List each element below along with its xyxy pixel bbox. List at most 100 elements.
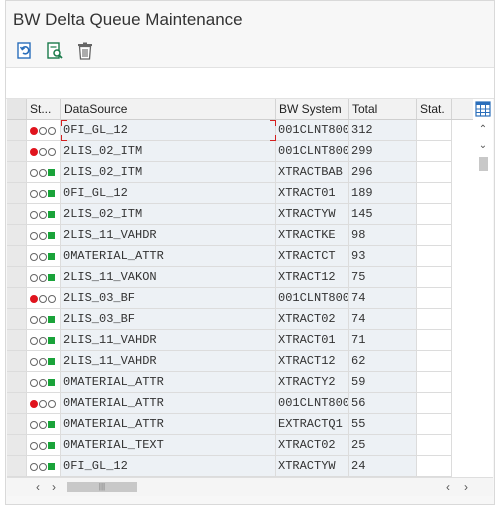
- select-all-header[interactable]: [7, 99, 27, 119]
- stat-cell[interactable]: [417, 456, 452, 477]
- refresh-button[interactable]: [13, 39, 37, 63]
- total-cell[interactable]: 55: [349, 414, 417, 435]
- row-selector[interactable]: [7, 267, 27, 288]
- bw-system-cell[interactable]: 001CLNT800: [276, 141, 349, 162]
- scroll-top-button[interactable]: ⌃: [475, 123, 491, 137]
- bw-system-cell[interactable]: XTRACTKE: [276, 225, 349, 246]
- total-cell[interactable]: 145: [349, 204, 417, 225]
- datasource-cell[interactable]: 2LIS_03_BF: [61, 309, 276, 330]
- datasource-cell[interactable]: 2LIS_11_VAHDR: [61, 225, 276, 246]
- scroll-down-button[interactable]: ⌄: [475, 139, 491, 153]
- row-selector[interactable]: [7, 351, 27, 372]
- datasource-cell[interactable]: 2LIS_02_ITM: [61, 141, 276, 162]
- horizontal-scrollbar[interactable]: ‹ › ||| ‹ ›: [7, 477, 493, 496]
- row-selector[interactable]: [7, 288, 27, 309]
- datasource-cell[interactable]: 0FI_GL_12: [61, 120, 276, 141]
- scroll-right-button[interactable]: ›: [47, 478, 61, 496]
- stat-cell[interactable]: [417, 372, 452, 393]
- row-selector[interactable]: [7, 183, 27, 204]
- bw-system-cell[interactable]: 001CLNT800: [276, 288, 349, 309]
- bw-system-cell[interactable]: XTRACT12: [276, 351, 349, 372]
- display-data-button[interactable]: [43, 39, 67, 63]
- column-header-bw-system[interactable]: BW System: [276, 99, 349, 119]
- row-selector[interactable]: [7, 435, 27, 456]
- row-selector[interactable]: [7, 456, 27, 477]
- stat-cell[interactable]: [417, 246, 452, 267]
- datasource-cell[interactable]: 2LIS_02_ITM: [61, 204, 276, 225]
- layout-settings-button[interactable]: [475, 101, 491, 117]
- horizontal-scroll-thumb[interactable]: |||: [67, 482, 137, 492]
- total-cell[interactable]: 75: [349, 267, 417, 288]
- bw-system-cell[interactable]: XTRACT12: [276, 267, 349, 288]
- total-cell[interactable]: 62: [349, 351, 417, 372]
- row-selector[interactable]: [7, 414, 27, 435]
- bw-system-cell[interactable]: XTRACT02: [276, 309, 349, 330]
- stat-cell[interactable]: [417, 393, 452, 414]
- datasource-cell[interactable]: 2LIS_03_BF: [61, 288, 276, 309]
- row-selector[interactable]: [7, 393, 27, 414]
- bw-system-cell[interactable]: EXTRACTQ1: [276, 414, 349, 435]
- bw-system-cell[interactable]: XTRACT01: [276, 330, 349, 351]
- datasource-cell[interactable]: 0MATERIAL_ATTR: [61, 414, 276, 435]
- stat-cell[interactable]: [417, 435, 452, 456]
- vertical-scrollbar[interactable]: ⌃ ⌄: [473, 99, 493, 477]
- total-cell[interactable]: 296: [349, 162, 417, 183]
- datasource-cell[interactable]: 2LIS_11_VAHDR: [61, 330, 276, 351]
- total-cell[interactable]: 299: [349, 141, 417, 162]
- row-selector[interactable]: [7, 120, 27, 141]
- bw-system-cell[interactable]: 001CLNT800: [276, 120, 349, 141]
- stat-cell[interactable]: [417, 414, 452, 435]
- total-cell[interactable]: 189: [349, 183, 417, 204]
- datasource-cell[interactable]: 0MATERIAL_ATTR: [61, 393, 276, 414]
- stat-cell[interactable]: [417, 162, 452, 183]
- stat-cell[interactable]: [417, 120, 452, 141]
- table-row[interactable]: 0MATERIAL_TEXT XTRACT02 25: [7, 435, 452, 456]
- table-row[interactable]: 2LIS_03_BF 001CLNT800 74: [7, 288, 452, 309]
- datasource-cell[interactable]: 0FI_GL_12: [61, 183, 276, 204]
- table-row[interactable]: 2LIS_11_VAHDR XTRACT12 62: [7, 351, 452, 372]
- datasource-cell[interactable]: 2LIS_11_VAKON: [61, 267, 276, 288]
- column-header-datasource[interactable]: DataSource: [61, 99, 276, 119]
- table-row[interactable]: 2LIS_02_ITM XTRACTBAB 296: [7, 162, 452, 183]
- row-selector[interactable]: [7, 330, 27, 351]
- scroll-right-end-left-button[interactable]: ‹: [441, 478, 455, 496]
- vertical-scroll-thumb[interactable]: [479, 157, 488, 171]
- row-selector[interactable]: [7, 141, 27, 162]
- total-cell[interactable]: 74: [349, 288, 417, 309]
- table-row[interactable]: 0MATERIAL_ATTR XTRACTY2 59: [7, 372, 452, 393]
- datasource-cell[interactable]: 0MATERIAL_TEXT: [61, 435, 276, 456]
- row-selector[interactable]: [7, 225, 27, 246]
- stat-cell[interactable]: [417, 288, 452, 309]
- column-header-total[interactable]: Total: [349, 99, 417, 119]
- stat-cell[interactable]: [417, 351, 452, 372]
- column-header-stat[interactable]: Stat.: [417, 99, 452, 119]
- table-row[interactable]: 0FI_GL_12 001CLNT800 312: [7, 120, 452, 141]
- stat-cell[interactable]: [417, 267, 452, 288]
- scroll-left-button[interactable]: ‹: [31, 478, 45, 496]
- stat-cell[interactable]: [417, 141, 452, 162]
- table-row[interactable]: 0MATERIAL_ATTR EXTRACTQ1 55: [7, 414, 452, 435]
- row-selector[interactable]: [7, 372, 27, 393]
- row-selector[interactable]: [7, 246, 27, 267]
- column-header-status[interactable]: St...: [27, 99, 61, 119]
- datasource-cell[interactable]: 0FI_GL_12: [61, 456, 276, 477]
- total-cell[interactable]: 98: [349, 225, 417, 246]
- stat-cell[interactable]: [417, 204, 452, 225]
- bw-system-cell[interactable]: XTRACTY2: [276, 372, 349, 393]
- total-cell[interactable]: 25: [349, 435, 417, 456]
- scroll-right-end-right-button[interactable]: ›: [459, 478, 473, 496]
- bw-system-cell[interactable]: XTRACT01: [276, 183, 349, 204]
- total-cell[interactable]: 59: [349, 372, 417, 393]
- datasource-cell[interactable]: 0MATERIAL_ATTR: [61, 246, 276, 267]
- table-row[interactable]: 2LIS_11_VAHDR XTRACT01 71: [7, 330, 452, 351]
- bw-system-cell[interactable]: XTRACTYW: [276, 204, 349, 225]
- delete-button[interactable]: [73, 39, 97, 63]
- table-row[interactable]: 2LIS_11_VAHDR XTRACTKE 98: [7, 225, 452, 246]
- total-cell[interactable]: 71: [349, 330, 417, 351]
- stat-cell[interactable]: [417, 309, 452, 330]
- table-row[interactable]: 2LIS_11_VAKON XTRACT12 75: [7, 267, 452, 288]
- table-row[interactable]: 0FI_GL_12 XTRACTYW 24: [7, 456, 452, 477]
- table-row[interactable]: 2LIS_02_ITM 001CLNT800 299: [7, 141, 452, 162]
- table-row[interactable]: 0MATERIAL_ATTR XTRACTCT 93: [7, 246, 452, 267]
- stat-cell[interactable]: [417, 330, 452, 351]
